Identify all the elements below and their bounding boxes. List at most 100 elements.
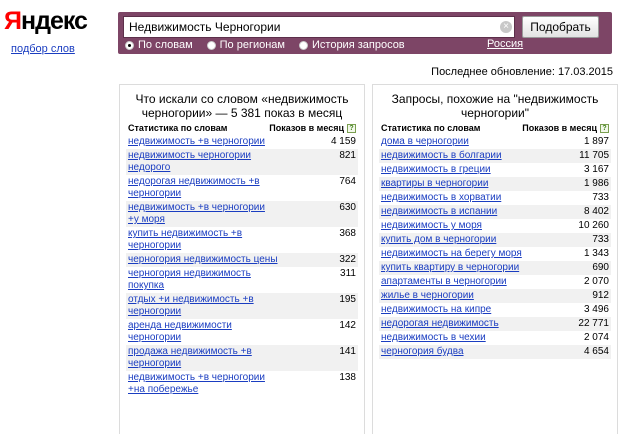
query-link[interactable]: недвижимость +в черногории +у моря [128, 202, 278, 226]
table-row: недвижимость в болгарии 11 705 [379, 149, 611, 163]
mode-label: История запросов [312, 39, 405, 51]
table-row: недвижимость в хорватии 733 [379, 191, 611, 205]
shows-count: 368 [339, 228, 356, 239]
query-link[interactable]: купить квартиру в черногории [381, 262, 531, 274]
table-row: недвижимость в греции 3 167 [379, 163, 611, 177]
query-link[interactable]: недвижимость в испании [381, 206, 531, 218]
shows-count: 8 402 [583, 206, 609, 217]
query-link[interactable]: недвижимость в хорватии [381, 192, 531, 204]
shows-count: 311 [340, 268, 356, 279]
query-link[interactable]: недвижимость на кипре [381, 304, 531, 316]
mode-by-regions[interactable]: По регионам [206, 39, 285, 51]
shows-count: 912 [592, 290, 609, 301]
query-link[interactable]: дома в черногории [381, 136, 531, 148]
query-link[interactable]: недорогая недвижимость +в черногории [128, 176, 278, 200]
query-link[interactable]: недвижимость на берегу моря [381, 248, 531, 260]
shows-count: 690 [592, 262, 609, 273]
shows-count: 1 897 [583, 136, 609, 147]
panel-title: Что искали со словом «недвижимость черно… [135, 92, 349, 120]
query-link[interactable]: жилье в черногории [381, 290, 531, 302]
query-link[interactable]: недорогая недвижимость [381, 318, 531, 330]
last-updated: Последнее обновление: 17.03.2015 [431, 66, 613, 78]
shows-count: 1 343 [583, 248, 609, 259]
column-header: Статистика по словам Показов в месяц? [120, 121, 364, 135]
query-link[interactable]: черногория недвижимость цены [128, 254, 278, 266]
shows-count: 138 [339, 372, 356, 383]
query-link[interactable]: недвижимость в греции [381, 164, 531, 176]
similar-queries-panel: Запросы, похожие на "недвижимость черног… [372, 84, 618, 434]
shows-count: 1 986 [583, 178, 609, 189]
shows-count: 3 167 [583, 164, 609, 175]
shows-count: 2 070 [583, 276, 609, 287]
table-row: купить дом в черногории 733 [379, 233, 611, 247]
help-icon[interactable]: ? [347, 123, 356, 133]
col-shows: Показов в месяц? [522, 123, 609, 133]
query-link[interactable]: недвижимость в чехии [381, 332, 531, 344]
col-shows-label: Показов в месяц [522, 123, 597, 133]
table-row: недвижимость черногории недорого 821 [126, 149, 358, 175]
query-link[interactable]: недвижимость +в черногории +на побережье [128, 372, 278, 396]
query-link[interactable]: недвижимость в болгарии [381, 150, 531, 162]
radio-icon-checked[interactable] [125, 40, 134, 50]
shows-count: 195 [339, 294, 356, 305]
query-link[interactable]: купить недвижимость +в черногории [128, 228, 278, 252]
table-row: черногория будва 4 654 [379, 345, 611, 359]
query-link[interactable]: аренда недвижимости черногории [128, 320, 278, 344]
service-link-wordstat[interactable]: подбор слов [11, 43, 75, 55]
query-list: недвижимость +в черногории 4 159 недвижимо… [120, 135, 364, 397]
query-link[interactable]: недвижимость черногории недорого [128, 150, 278, 174]
query-link[interactable]: черногория будва [381, 346, 531, 358]
logo-first-letter: Я [4, 7, 22, 35]
region-link[interactable]: Россия [487, 38, 523, 50]
shows-count: 11 705 [579, 150, 609, 161]
shows-count: 764 [339, 176, 356, 187]
query-link[interactable]: недвижимость +в черногории [128, 136, 278, 148]
table-row: недорогая недвижимость 22 771 [379, 317, 611, 331]
mode-by-words[interactable]: По словам [125, 39, 193, 51]
table-row: недвижимость на берегу моря 1 343 [379, 247, 611, 261]
table-row: дома в черногории 1 897 [379, 135, 611, 149]
table-row: аренда недвижимости черногории 142 [126, 319, 358, 345]
radio-icon[interactable] [299, 40, 308, 50]
query-list: дома в черногории 1 897 недвижимость в бол… [373, 135, 617, 359]
shows-count: 22 771 [578, 318, 609, 329]
search-input[interactable] [123, 16, 515, 38]
table-row: купить недвижимость +в черногории 368 [126, 227, 358, 253]
query-link[interactable]: купить дом в черногории [381, 234, 531, 246]
query-link[interactable]: продажа недвижимость +в черногории [128, 346, 278, 370]
table-row: недвижимость +в черногории 4 159 [126, 135, 358, 149]
query-link[interactable]: квартиры в черногории [381, 178, 531, 190]
query-link[interactable]: недвижимость у моря [381, 220, 531, 232]
shows-count: 733 [592, 192, 609, 203]
panel-title: Запросы, похожие на "недвижимость черног… [391, 92, 599, 120]
table-row: жилье в черногории 912 [379, 289, 611, 303]
query-link[interactable]: отдых +и недвижимость +в черногории [128, 294, 278, 318]
shows-count: 4 654 [583, 346, 609, 357]
help-icon[interactable]: ? [600, 123, 609, 133]
table-row: квартиры в черногории 1 986 [379, 177, 611, 191]
shows-count: 2 074 [583, 332, 609, 343]
col-query-label: Статистика по словам [381, 123, 481, 133]
clear-icon[interactable]: × [500, 21, 512, 33]
shows-count: 141 [339, 346, 356, 357]
table-row: недвижимость на кипре 3 496 [379, 303, 611, 317]
shows-count: 733 [592, 234, 609, 245]
shows-count: 10 260 [578, 220, 609, 231]
table-row: черногория недвижимость покупка 311 [126, 267, 358, 293]
table-row: недвижимость в чехии 2 074 [379, 331, 611, 345]
column-header: Статистика по словам Показов в месяц? [373, 121, 617, 135]
table-row: купить квартиру в черногории 690 [379, 261, 611, 275]
related-queries-panel: Что искали со словом «недвижимость черно… [119, 84, 365, 434]
submit-button[interactable]: Подобрать [522, 16, 599, 38]
col-shows: Показов в месяц? [269, 123, 356, 133]
radio-icon[interactable] [206, 40, 216, 50]
table-row: недвижимость +в черногории +на побережье… [126, 371, 358, 397]
query-link[interactable]: черногория недвижимость покупка [128, 268, 278, 292]
col-shows-label: Показов в месяц [269, 123, 344, 133]
search-panel: × Подобрать По словам По регионам Истори… [118, 12, 612, 54]
shows-count: 821 [339, 150, 356, 161]
mode-history[interactable]: История запросов [299, 39, 405, 51]
query-link[interactable]: апартаменты в черногории [381, 276, 531, 288]
yandex-logo[interactable]: Яндекс [4, 6, 88, 36]
table-row: недвижимость в испании 8 402 [379, 205, 611, 219]
